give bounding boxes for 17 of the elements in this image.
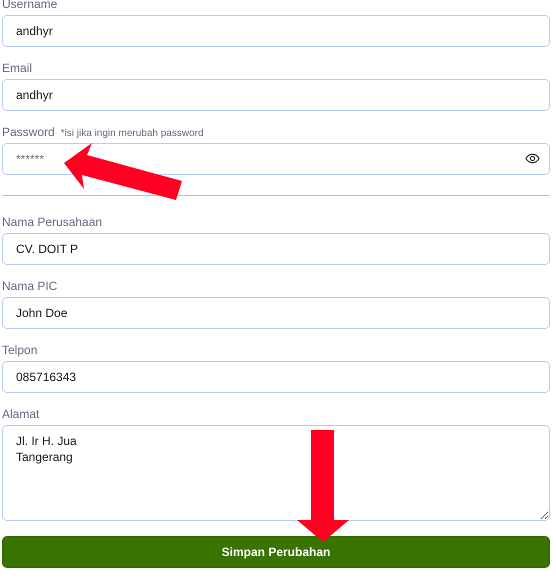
input-field[interactable]: 085716343 xyxy=(2,361,550,393)
password-field[interactable]: ****** xyxy=(2,143,550,175)
field-label: Email xyxy=(2,60,32,76)
field-label: Username xyxy=(2,0,58,12)
field-label: Alamat xyxy=(2,406,40,422)
input-field[interactable]: andhyr xyxy=(2,15,550,47)
input-field[interactable]: andhyr xyxy=(2,79,550,111)
field-hint: *isi jika ingin merubah password xyxy=(60,127,204,141)
field-label: Nama Perusahaan xyxy=(2,214,102,230)
field-label: Nama PIC xyxy=(2,278,58,294)
eye-icon[interactable] xyxy=(525,153,540,164)
save-button[interactable]: Simpan Perubahan xyxy=(2,536,550,568)
input-field[interactable]: John Doe xyxy=(2,297,550,329)
field-label: Telpon xyxy=(2,342,38,358)
input-field[interactable]: CV. DOIT P xyxy=(2,233,550,265)
field-label: Password xyxy=(2,124,55,140)
address-field[interactable]: Jl. Ir H. Jua Tangerang xyxy=(2,425,550,521)
